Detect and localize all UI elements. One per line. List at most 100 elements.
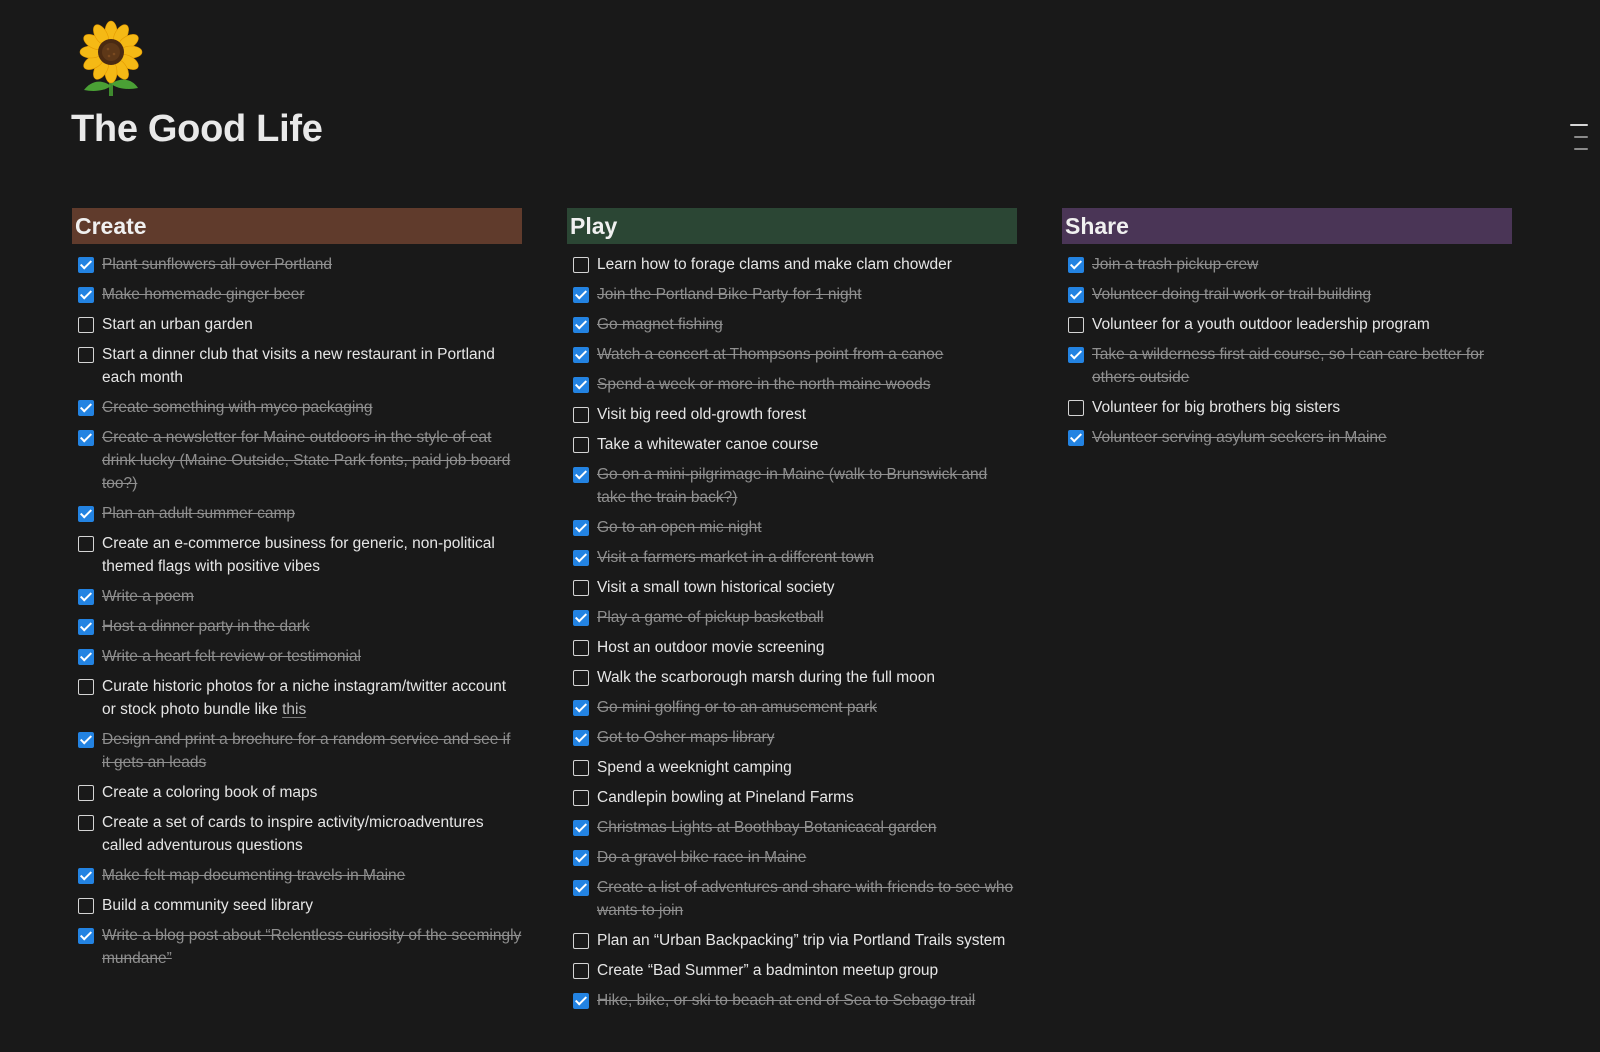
unchecked-checkbox[interactable] [78,679,94,695]
checked-checkbox[interactable] [573,467,589,483]
todo-text[interactable]: Create a set of cards to inspire activit… [102,811,522,857]
checked-checkbox[interactable] [78,649,94,665]
todo-text[interactable]: Host an outdoor movie screening [597,636,1017,659]
checked-checkbox[interactable] [573,700,589,716]
checked-checkbox[interactable] [573,850,589,866]
todo-text[interactable]: Christmas Lights at Boothbay Botanicacal… [597,816,1017,839]
todo-text[interactable]: Spend a week or more in the north maine … [597,373,1017,396]
unchecked-checkbox[interactable] [573,670,589,686]
todo-text[interactable]: Create an e-commerce business for generi… [102,532,522,578]
unchecked-checkbox[interactable] [573,640,589,656]
todo-text[interactable]: Design and print a brochure for a random… [102,728,522,774]
todo-text[interactable]: Volunteer serving asylum seekers in Main… [1092,426,1512,449]
unchecked-checkbox[interactable] [1068,400,1084,416]
checked-checkbox[interactable] [573,550,589,566]
inline-link[interactable]: this [282,701,306,718]
todo-text[interactable]: Take a wilderness first aid course, so I… [1092,343,1512,389]
todo-text[interactable]: Go mini golfing or to an amusement park [597,696,1017,719]
checked-checkbox[interactable] [573,347,589,363]
checked-checkbox[interactable] [573,820,589,836]
todo-text[interactable]: Volunteer for a youth outdoor leadership… [1092,313,1512,336]
unchecked-checkbox[interactable] [573,580,589,596]
checked-checkbox[interactable] [78,287,94,303]
todo-text[interactable]: Candlepin bowling at Pineland Farms [597,786,1017,809]
todo-text[interactable]: Create something with myco packaging [102,396,522,419]
todo-text[interactable]: Got to Osher maps library [597,726,1017,749]
checked-checkbox[interactable] [78,257,94,273]
todo-text[interactable]: Do a gravel bike race in Maine [597,846,1017,869]
sunflower-icon[interactable] [78,20,144,98]
unchecked-checkbox[interactable] [78,347,94,363]
todo-text[interactable]: Make homemade ginger beer [102,283,522,306]
todo-text[interactable]: Curate historic photos for a niche insta… [102,675,522,721]
unchecked-checkbox[interactable] [573,790,589,806]
checked-checkbox[interactable] [78,868,94,884]
checked-checkbox[interactable] [1068,257,1084,273]
checked-checkbox[interactable] [1068,287,1084,303]
unchecked-checkbox[interactable] [78,536,94,552]
todo-text[interactable]: Make felt map documenting travels in Mai… [102,864,522,887]
todo-text[interactable]: Plan an “Urban Backpacking” trip via Por… [597,929,1017,952]
todo-text[interactable]: Create “Bad Summer” a badminton meetup g… [597,959,1017,982]
todo-text[interactable]: Spend a weeknight camping [597,756,1017,779]
todo-text[interactable]: Start a dinner club that visits a new re… [102,343,522,389]
todo-text[interactable]: Write a heart felt review or testimonial [102,645,522,668]
checked-checkbox[interactable] [78,928,94,944]
todo-text[interactable]: Watch a concert at Thompsons point from … [597,343,1017,366]
todo-text[interactable]: Visit big reed old-growth forest [597,403,1017,426]
table-of-contents-indicator[interactable] [1570,124,1588,160]
checked-checkbox[interactable] [573,610,589,626]
todo-text[interactable]: Go magnet fishing [597,313,1017,336]
unchecked-checkbox[interactable] [573,407,589,423]
checked-checkbox[interactable] [573,880,589,896]
todo-text[interactable]: Take a whitewater canoe course [597,433,1017,456]
unchecked-checkbox[interactable] [78,898,94,914]
checked-checkbox[interactable] [573,287,589,303]
unchecked-checkbox[interactable] [573,760,589,776]
checked-checkbox[interactable] [573,520,589,536]
checked-checkbox[interactable] [573,317,589,333]
unchecked-checkbox[interactable] [78,317,94,333]
todo-text[interactable]: Go on a mini-pilgrimage in Maine (walk t… [597,463,1017,509]
todo-text[interactable]: Volunteer doing trail work or trail buil… [1092,283,1512,306]
todo-text[interactable]: Create a list of adventures and share wi… [597,876,1017,922]
todo-text[interactable]: Build a community seed library [102,894,522,917]
todo-text[interactable]: Join a trash pickup crew [1092,253,1512,276]
todo-text[interactable]: Play a game of pickup basketball [597,606,1017,629]
unchecked-checkbox[interactable] [573,933,589,949]
unchecked-checkbox[interactable] [573,437,589,453]
todo-text[interactable]: Join the Portland Bike Party for 1 night [597,283,1017,306]
checked-checkbox[interactable] [78,430,94,446]
checked-checkbox[interactable] [78,506,94,522]
todo-text[interactable]: Write a poem [102,585,522,608]
checked-checkbox[interactable] [573,377,589,393]
todo-text[interactable]: Create a coloring book of maps [102,781,522,804]
checked-checkbox[interactable] [1068,347,1084,363]
checked-checkbox[interactable] [78,619,94,635]
todo-text[interactable]: Visit a small town historical society [597,576,1017,599]
todo-text[interactable]: Write a blog post about “Relentless curi… [102,924,522,970]
unchecked-checkbox[interactable] [1068,317,1084,333]
todo-text[interactable]: Plant sunflowers all over Portland [102,253,522,276]
todo-text[interactable]: Host a dinner party in the dark [102,615,522,638]
todo-text[interactable]: Create a newsletter for Maine outdoors i… [102,426,522,495]
unchecked-checkbox[interactable] [573,963,589,979]
checked-checkbox[interactable] [78,589,94,605]
todo-label: Visit a small town historical society [597,579,835,596]
todo-text[interactable]: Visit a farmers market in a different to… [597,546,1017,569]
todo-text[interactable]: Volunteer for big brothers big sisters [1092,396,1512,419]
todo-text[interactable]: Plan an adult summer camp [102,502,522,525]
unchecked-checkbox[interactable] [78,815,94,831]
checked-checkbox[interactable] [1068,430,1084,446]
todo-text[interactable]: Go to an open mic night [597,516,1017,539]
unchecked-checkbox[interactable] [78,785,94,801]
checked-checkbox[interactable] [573,993,589,1009]
todo-text[interactable]: Learn how to forage clams and make clam … [597,253,1017,276]
unchecked-checkbox[interactable] [573,257,589,273]
checked-checkbox[interactable] [573,730,589,746]
todo-text[interactable]: Start an urban garden [102,313,522,336]
checked-checkbox[interactable] [78,400,94,416]
checked-checkbox[interactable] [78,732,94,748]
todo-text[interactable]: Walk the scarborough marsh during the fu… [597,666,1017,689]
todo-text[interactable]: Hike, bike, or ski to beach at end of Se… [597,989,1017,1012]
